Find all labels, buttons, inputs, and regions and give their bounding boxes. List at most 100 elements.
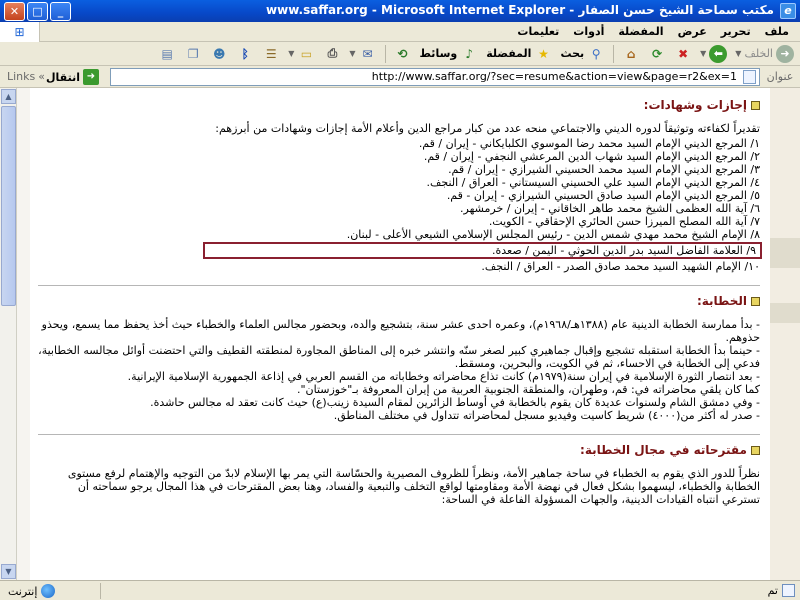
bluetooth-icon: ᛒ	[241, 46, 249, 61]
paragraph: - بعد انتصار الثورة الإسلامية في إيران س…	[127, 370, 760, 383]
favorites-button[interactable]: ★ المفضلة	[484, 44, 554, 64]
menu-tools[interactable]: أدوات	[566, 25, 611, 38]
media-label: وسائط	[419, 47, 458, 60]
edit-button[interactable]: ▭ ▼	[286, 44, 317, 64]
section-heading: إجازات وشهادات:	[38, 98, 760, 112]
margin-band	[770, 238, 800, 268]
favorites-label: المفضلة	[486, 47, 532, 60]
page-done-icon	[782, 584, 795, 597]
globe-icon	[41, 584, 56, 598]
chevron-down-icon: ▼	[349, 49, 356, 58]
refresh-button[interactable]: ⟳	[646, 44, 668, 64]
scroll-up-icon[interactable]: ▲	[1, 89, 16, 104]
list-item: ٦/ آية الله العظمى الشيخ محمد طاهر الخاق…	[460, 202, 760, 215]
window-title: مكتب سماحة الشيخ حسن الصفار - www.saffar…	[266, 3, 774, 17]
bullet-square-icon	[751, 100, 760, 110]
chevron-down-icon: ▼	[288, 49, 295, 58]
list-item: ١/ المرجع الديني الإمام السيد محمد رضا ا…	[418, 137, 760, 150]
toolbar: ➜ الخلف ▼ ⬅ ▼ ✖ ⟳ ⌂ ⚲ بحث ★ المفضلة ♪ وس…	[0, 42, 800, 66]
bluetooth-button[interactable]: ᛒ	[234, 44, 256, 64]
section-khataba: الخطابة: - بدأ ممارسة الخطابة الدينية عا…	[38, 294, 760, 422]
research-icon: ❐	[187, 46, 199, 61]
messenger-button[interactable]: ☻	[208, 44, 230, 64]
status-cells	[100, 583, 300, 599]
address-label: عنوان	[766, 70, 794, 83]
maximize-button[interactable]: □	[27, 2, 48, 21]
page-content: إجازات وشهادات: تقديراً لكفاءته وتوثيقاً…	[30, 88, 768, 580]
printer-icon: ⎙	[327, 46, 338, 60]
list-item: ٣/ المرجع الديني الإمام السيد محمد الحسي…	[448, 163, 760, 176]
scroll-thumb[interactable]	[1, 106, 16, 306]
section-heading: مقترحاته في مجال الخطابة:	[38, 443, 760, 457]
history-button[interactable]: ⟲	[392, 44, 414, 64]
star-icon: ★	[538, 46, 549, 61]
section-intro: تقديراً لكفاءته وتوثيقاً لدوره الديني وا…	[215, 122, 760, 135]
home-button[interactable]: ⌂	[620, 44, 642, 64]
stop-button[interactable]: ✖	[672, 44, 694, 64]
vertical-scrollbar[interactable]: ▲ ▼	[0, 88, 17, 580]
paragraph: - وفي دمشق الشام ولسنوات عديدة كان يقوم …	[150, 396, 760, 409]
menu-edit[interactable]: تحرير	[714, 25, 758, 38]
page-icon	[743, 70, 756, 84]
chevron-down-icon: ▼	[735, 49, 742, 58]
scroll-down-icon[interactable]: ▼	[1, 564, 16, 579]
history-icon: ⟲	[397, 46, 408, 61]
zone-label: إنترنت	[8, 584, 38, 598]
minimize-button[interactable]: _	[50, 2, 71, 21]
media-button[interactable]: ♪ وسائط	[418, 44, 481, 64]
menu-help[interactable]: تعليمات	[510, 25, 566, 38]
menu-file[interactable]: ملف	[758, 25, 796, 38]
section-title: إجازات وشهادات:	[643, 98, 747, 112]
menu-favorites[interactable]: المفضلة	[611, 25, 670, 38]
back-button[interactable]: ➜ الخلف ▼	[733, 44, 796, 64]
chevron-down-icon: ▼	[700, 49, 707, 58]
forward-button[interactable]: ⬅ ▼	[698, 44, 729, 64]
margin-band	[770, 303, 800, 323]
links-button[interactable]: »Links	[4, 70, 45, 83]
mail-button[interactable]: ✉ ▼	[347, 44, 378, 64]
ie-icon: e	[780, 3, 796, 19]
section-proposals: مقترحاته في مجال الخطابة: نظراً للدور ال…	[38, 443, 760, 506]
section-divider	[38, 285, 760, 286]
bullet-square-icon	[751, 296, 760, 306]
research-button[interactable]: ❐	[182, 44, 204, 64]
list-item: ٢/ المرجع الديني الإمام السيد شهاب الدين…	[423, 150, 760, 163]
go-button[interactable]: ➜ انتقال	[46, 69, 99, 85]
chevron-icon: »	[38, 70, 45, 83]
title-bar: ✕ □ _ مكتب سماحة الشيخ حسن الصفار - www.…	[0, 0, 800, 22]
discuss-icon: ☰	[265, 46, 277, 61]
messenger-icon: ☻	[212, 46, 226, 61]
page-icon: ▤	[161, 46, 173, 61]
paragraph: - بدأ ممارسة الخطابة الدينية عام (١٣٨٨هـ…	[41, 318, 760, 344]
address-url: http://www.saffar.org/?sec=resume&action…	[371, 70, 737, 83]
search-label: بحث	[560, 47, 585, 60]
status-bar: تم إنترنت	[0, 580, 800, 600]
content-area: ▲ ▼ إجازات وشهادات: تقديراً لكفاءته وتوث…	[0, 88, 800, 580]
refresh-icon: ⟳	[652, 46, 663, 61]
section-title: الخطابة:	[696, 294, 747, 308]
list-item: ٥/ المرجع الديني الإمام السيد صادق الحسي…	[446, 189, 760, 202]
browser-window: ✕ □ _ مكتب سماحة الشيخ حسن الصفار - www.…	[0, 0, 800, 600]
discuss-button[interactable]: ☰	[260, 44, 282, 64]
windows-logo-icon: ⊞	[0, 22, 40, 42]
back-arrow-icon: ➜	[776, 44, 794, 63]
extra-button[interactable]: ▤	[156, 44, 178, 64]
toolbar-separator	[384, 44, 386, 63]
list-item: ٨/ الإمام الشيخ محمد مهدي شمس الدين - رئ…	[346, 228, 760, 241]
page-left-margin	[17, 88, 30, 580]
toolbar-separator	[613, 44, 615, 63]
address-input[interactable]: http://www.saffar.org/?sec=resume&action…	[110, 68, 760, 86]
note-icon: ▭	[300, 46, 313, 61]
address-bar: عنوان http://www.saffar.org/?sec=resume&…	[0, 66, 800, 88]
close-button[interactable]: ✕	[4, 2, 25, 21]
highlighted-list-item: ٩/ العلامة الفاضل السيد بدر الدين الحوثي…	[203, 242, 762, 259]
go-label: انتقال	[46, 70, 80, 84]
section-divider	[38, 434, 760, 435]
search-icon: ⚲	[591, 46, 601, 61]
print-button[interactable]: ⎙	[321, 44, 343, 64]
paragraph: - حينما بدأ الخطابة استقبله تشجيع وإقبال…	[38, 344, 760, 370]
ijazat-list: ١/ المرجع الديني الإمام السيد محمد رضا ا…	[38, 137, 762, 273]
search-button[interactable]: ⚲ بحث	[558, 44, 607, 64]
menu-view[interactable]: عرض	[671, 25, 714, 38]
bullet-square-icon	[751, 445, 760, 455]
